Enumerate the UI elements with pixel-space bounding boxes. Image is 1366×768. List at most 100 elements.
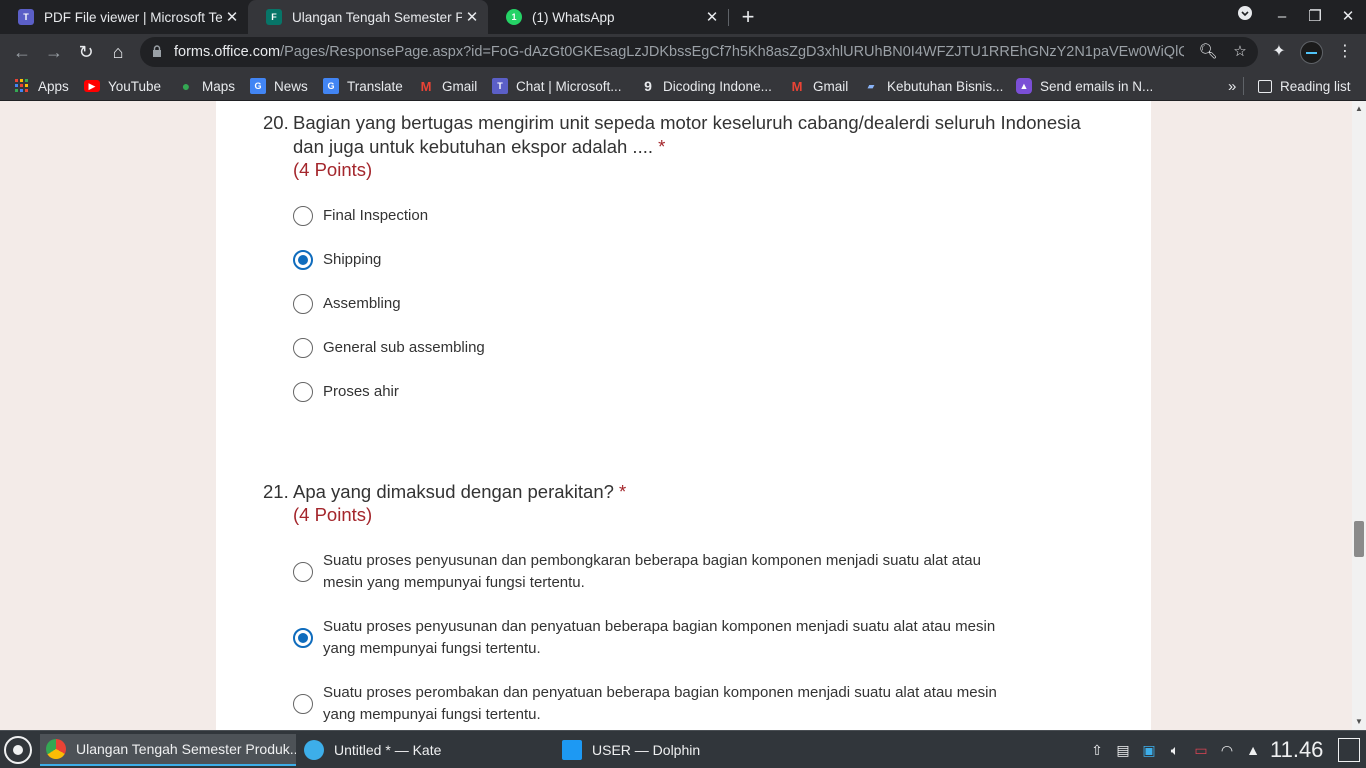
bookmark-chat-microsoft[interactable]: T Chat | Microsoft... bbox=[492, 76, 622, 96]
reload-button[interactable]: ↻ bbox=[72, 38, 100, 66]
clipboard-icon[interactable]: ▤ bbox=[1114, 741, 1132, 759]
option-assembling[interactable]: Assembling bbox=[293, 293, 1023, 315]
question-title: Apa yang dimaksud dengan perakitan? * bbox=[293, 481, 627, 502]
radio-button[interactable] bbox=[293, 694, 313, 714]
notifications-icon[interactable]: ▣ bbox=[1140, 741, 1158, 759]
scroll-up-arrow-icon[interactable]: ▲ bbox=[1352, 103, 1366, 115]
tab-whatsapp[interactable]: 1 (1) WhatsApp ✕ bbox=[488, 0, 728, 34]
option-label: Suatu proses penyusunan dan pembongkaran… bbox=[323, 552, 981, 591]
os-taskbar: Ulangan Tengah Semester Produk... Untitl… bbox=[0, 730, 1366, 768]
option-label: Final Inspection bbox=[323, 207, 429, 224]
tab-search-button[interactable] bbox=[1229, 0, 1261, 34]
gmail-icon: M bbox=[420, 78, 432, 94]
bookmark-label: Gmail bbox=[813, 78, 849, 94]
restore-button[interactable]: ❐ bbox=[1299, 0, 1331, 34]
required-asterisk: * bbox=[658, 136, 666, 157]
option-general-sub-assembling[interactable]: General sub assembling bbox=[293, 337, 1023, 359]
radio-button[interactable] bbox=[293, 338, 313, 358]
dolphin-icon bbox=[562, 740, 582, 760]
option-perombakan[interactable]: Suatu proses perombakan dan penyatuan be… bbox=[293, 682, 1023, 726]
zoom-icon[interactable]: 🔍︎ bbox=[1198, 42, 1218, 62]
option-final-inspection[interactable]: Final Inspection bbox=[293, 205, 1023, 227]
back-button[interactable]: ← bbox=[8, 38, 36, 66]
rocket-icon: ▲ bbox=[1016, 78, 1032, 94]
wifi-icon[interactable]: ◠ bbox=[1218, 741, 1236, 759]
show-desktop-button[interactable] bbox=[1338, 738, 1360, 762]
option-proses-ahir[interactable]: Proses ahir bbox=[293, 381, 1023, 403]
radio-button-selected[interactable] bbox=[293, 628, 313, 648]
chrome-icon bbox=[46, 739, 66, 759]
minimize-button[interactable]: – bbox=[1266, 0, 1298, 34]
home-button[interactable]: ⌂ bbox=[104, 38, 132, 66]
bookmark-maps[interactable]: ● Maps bbox=[178, 76, 235, 96]
form-card: 20. Bagian yang bertugas mengirim unit s… bbox=[216, 101, 1151, 730]
app-launcher-icon[interactable] bbox=[4, 736, 32, 764]
option-shipping[interactable]: Shipping bbox=[293, 249, 1023, 271]
option-penyatuan[interactable]: Suatu proses penyusunan dan penyatuan be… bbox=[293, 616, 1023, 660]
profile-avatar[interactable] bbox=[1300, 41, 1323, 64]
browser-toolbar: ← → ↻ ⌂ forms.office.com/Pages/ResponseP… bbox=[0, 34, 1366, 70]
option-label: Proses ahir bbox=[323, 383, 399, 400]
chevron-down-icon bbox=[1238, 6, 1252, 20]
bookmark-send-emails[interactable]: ▲ Send emails in N... bbox=[1016, 76, 1153, 96]
close-icon[interactable]: ✕ bbox=[462, 8, 482, 26]
clock[interactable]: 11.46 bbox=[1270, 737, 1323, 763]
bookmark-star-icon[interactable]: ☆ bbox=[1230, 42, 1250, 62]
dicoding-icon: 9 bbox=[644, 78, 652, 94]
option-label: General sub assembling bbox=[323, 339, 485, 356]
new-tab-button[interactable]: + bbox=[736, 4, 760, 30]
bookmark-youtube[interactable]: ▶ YouTube bbox=[84, 76, 161, 96]
bookmarks-overflow-chevron-icon[interactable]: » bbox=[1228, 76, 1236, 96]
tray-expand-icon[interactable]: ▲ bbox=[1244, 741, 1262, 759]
bookmark-apps[interactable]: Apps bbox=[14, 76, 69, 96]
close-window-button[interactable]: ✕ bbox=[1332, 0, 1364, 34]
maps-icon: ● bbox=[181, 78, 191, 94]
radio-button[interactable] bbox=[293, 206, 313, 226]
bookmark-label: YouTube bbox=[108, 78, 162, 94]
extensions-puzzle-icon[interactable]: ✦ bbox=[1268, 41, 1290, 63]
radio-button[interactable] bbox=[293, 382, 313, 402]
bookmark-dicoding[interactable]: 9 Dicoding Indone... bbox=[641, 76, 772, 96]
bookmark-news[interactable]: G News bbox=[250, 76, 308, 96]
news-icon: G bbox=[250, 78, 266, 94]
bookmark-translate[interactable]: G Translate bbox=[323, 76, 403, 96]
question-number: 21. bbox=[263, 481, 289, 502]
task-kate[interactable]: Untitled * — Kate bbox=[298, 734, 554, 766]
tab-title: (1) WhatsApp bbox=[532, 9, 615, 25]
bookmark-gmail-2[interactable]: M Gmail bbox=[789, 76, 849, 96]
reading-list-button[interactable]: Reading list bbox=[1258, 76, 1351, 96]
question-title: Bagian yang bertugas mengirim unit seped… bbox=[293, 112, 1081, 157]
scrollbar-thumb[interactable] bbox=[1354, 521, 1364, 557]
radio-button[interactable] bbox=[293, 294, 313, 314]
required-asterisk: * bbox=[619, 481, 627, 502]
bookmark-kebutuhan-bisnis[interactable]: ▰ Kebutuhan Bisnis... bbox=[863, 76, 1004, 96]
bookmark-gmail[interactable]: M Gmail bbox=[418, 76, 478, 96]
menu-kebab-icon[interactable]: ⋮ bbox=[1334, 41, 1356, 63]
page-viewport: 20. Bagian yang bertugas mengirim unit s… bbox=[0, 101, 1352, 730]
option-pembongkaran[interactable]: Suatu proses penyusunan dan pembongkaran… bbox=[293, 550, 1023, 594]
option-label: Shipping bbox=[323, 251, 382, 268]
task-dolphin[interactable]: USER — Dolphin bbox=[556, 734, 812, 766]
tab-pdf-viewer[interactable]: T PDF File viewer | Microsoft Te ✕ bbox=[0, 0, 248, 34]
bookmark-label: News bbox=[274, 78, 308, 94]
updates-icon[interactable]: ⇧ bbox=[1088, 741, 1106, 759]
radio-button[interactable] bbox=[293, 562, 313, 582]
bookmark-label: Maps bbox=[202, 78, 236, 94]
scroll-down-arrow-icon[interactable]: ▼ bbox=[1352, 716, 1366, 728]
gmail-icon: M bbox=[791, 78, 803, 94]
bookmark-label: Chat | Microsoft... bbox=[516, 78, 622, 94]
question-number: 20. bbox=[263, 112, 289, 133]
bookmark-label: Gmail bbox=[442, 78, 478, 94]
battery-icon[interactable]: ▭ bbox=[1192, 741, 1210, 759]
page-scrollbar[interactable]: ▲ ▼ bbox=[1352, 101, 1366, 730]
task-label: Ulangan Tengah Semester Produk... bbox=[76, 741, 296, 757]
address-bar[interactable]: forms.office.com/Pages/ResponsePage.aspx… bbox=[140, 37, 1258, 67]
volume-icon[interactable]: 🔈︎ bbox=[1166, 741, 1184, 759]
forward-button[interactable]: → bbox=[40, 38, 68, 66]
close-icon[interactable]: ✕ bbox=[702, 8, 722, 26]
teams-icon: T bbox=[492, 78, 508, 94]
close-icon[interactable]: ✕ bbox=[222, 8, 242, 26]
radio-button-selected[interactable] bbox=[293, 250, 313, 270]
tab-ulangan-forms[interactable]: F Ulangan Tengah Semester Pr ✕ bbox=[248, 0, 488, 34]
task-chrome[interactable]: Ulangan Tengah Semester Produk... bbox=[40, 734, 296, 766]
